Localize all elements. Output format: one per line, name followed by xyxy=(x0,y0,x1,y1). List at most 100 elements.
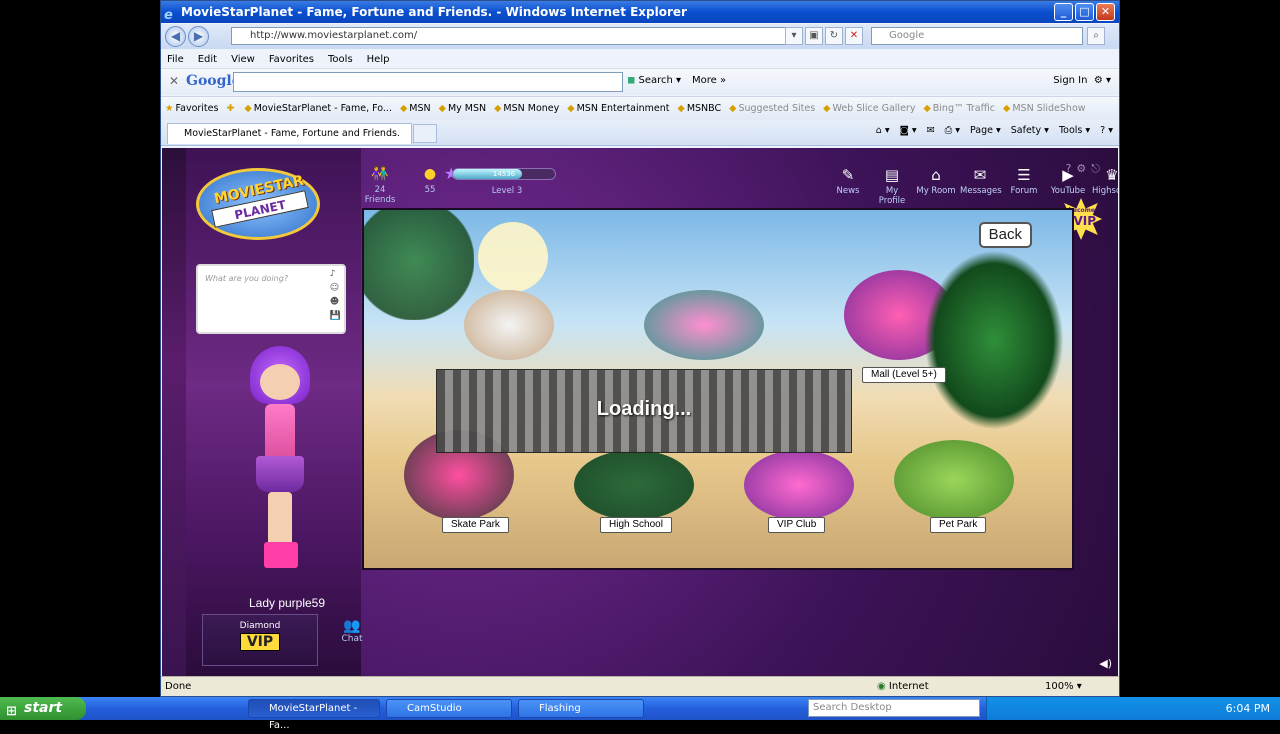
status-done: Done xyxy=(165,681,192,692)
favorite-link-icon: ◆ xyxy=(567,103,575,114)
search-icon[interactable]: ⌕ xyxy=(1087,27,1105,45)
google-signin-link[interactable]: Sign In ⚙ ▾ xyxy=(1053,75,1111,86)
loading-text: Loading... xyxy=(596,398,692,420)
nav-my-profile[interactable]: ▤ My Profile xyxy=(872,166,912,206)
town-map: Back Mall (Level 5+) Skate Park High Sch… xyxy=(362,208,1074,570)
back-button[interactable]: Back xyxy=(978,222,1032,248)
task-moviestarplanet[interactable]: MovieStarPlanet - Fa... xyxy=(248,699,380,731)
close-toolbar-icon[interactable]: ✕ xyxy=(169,74,179,88)
favorite-link-icon: ◆ xyxy=(729,103,737,114)
address-bar[interactable]: http://www.moviestarplanet.com/ xyxy=(231,27,801,45)
favorites-button[interactable]: ★ Favorites xyxy=(165,103,218,114)
add-favorite-icon[interactable]: ✚ xyxy=(226,103,236,114)
vip-badge-main-text: VIP xyxy=(1073,214,1096,228)
mall-label[interactable]: Mall (Level 5+) xyxy=(862,367,946,383)
cafe-icon[interactable] xyxy=(464,290,554,360)
nav-messages[interactable]: ✉ Messages xyxy=(960,166,1002,206)
browser-tab[interactable]: MovieStarPlanet - Fame, Fortune and Frie… xyxy=(167,123,412,144)
pet-park-label[interactable]: Pet Park xyxy=(930,517,987,533)
favorite-link[interactable]: ◆ MSN Entertainment xyxy=(567,103,669,114)
browser-window: e MovieStarPlanet - Fame, Fortune and Fr… xyxy=(160,0,1120,697)
avatar[interactable] xyxy=(230,346,340,586)
menu-view[interactable]: View xyxy=(231,51,255,68)
close-button[interactable]: ✕ xyxy=(1096,3,1115,21)
maximize-button[interactable]: □ xyxy=(1075,3,1094,21)
stop-icon[interactable]: ✕ xyxy=(845,27,863,45)
nav-forum[interactable]: ☰ Forum xyxy=(1004,166,1044,206)
page-menu[interactable]: Page ▾ xyxy=(970,125,1001,136)
browser-search-input[interactable]: Google xyxy=(871,27,1083,45)
menu-tools[interactable]: Tools xyxy=(328,51,353,68)
forward-nav-button[interactable]: ▶ xyxy=(188,26,209,47)
google-search-input[interactable] xyxy=(233,72,623,92)
pet-icon[interactable]: ☻ xyxy=(330,297,341,307)
pet-park-icon[interactable] xyxy=(894,440,1014,520)
sound-icon[interactable]: ◀) xyxy=(1099,657,1112,670)
friends-icon: 👫 xyxy=(371,166,389,182)
safety-menu[interactable]: Safety ▾ xyxy=(1011,125,1049,136)
favorite-link[interactable]: ◆ Web Slice Gallery xyxy=(823,103,915,114)
logout-icon[interactable]: ⎋ xyxy=(1091,162,1100,176)
favorite-link[interactable]: ◆ My MSN xyxy=(439,103,486,114)
menu-help[interactable]: Help xyxy=(367,51,390,68)
google-more-button[interactable]: More » xyxy=(692,75,726,86)
settings-icon[interactable]: ⚙ xyxy=(1076,162,1086,176)
xp-bar: 14536 xyxy=(452,168,556,180)
skate-park-label[interactable]: Skate Park xyxy=(442,517,509,533)
help-icon[interactable]: ? xyxy=(1066,162,1072,176)
menu-edit[interactable]: Edit xyxy=(198,51,217,68)
high-school-label[interactable]: High School xyxy=(600,517,672,533)
menu-favorites[interactable]: Favorites xyxy=(269,51,314,68)
star-icon: ★ xyxy=(165,103,174,114)
desktop-search-input[interactable]: Search Desktop xyxy=(808,699,980,717)
back-nav-button[interactable]: ◀ xyxy=(165,26,186,47)
nav-news[interactable]: ✎ News xyxy=(828,166,868,206)
high-school-icon[interactable] xyxy=(574,450,694,520)
vip-club-label[interactable]: VIP Club xyxy=(768,517,826,533)
compat-icon[interactable]: ▣ xyxy=(805,27,823,45)
refresh-icon[interactable]: ↻ xyxy=(825,27,843,45)
new-tab-button[interactable] xyxy=(413,124,437,143)
task-camstudio[interactable]: CamStudio xyxy=(386,699,512,718)
google-search-button[interactable]: ◼ Search ▾ xyxy=(627,75,681,86)
favorite-link[interactable]: ◆ MSN Money xyxy=(494,103,559,114)
minimize-button[interactable]: _ xyxy=(1054,3,1073,21)
nav-my-room[interactable]: ⌂ My Room xyxy=(916,166,956,206)
vip-level: Diamond xyxy=(239,621,281,631)
start-button[interactable]: ⊞ start xyxy=(0,697,86,720)
clock: 6:04 PM xyxy=(1225,702,1270,715)
favorite-link[interactable]: ◆ Bing™ Traffic xyxy=(923,103,995,114)
save-icon[interactable]: 💾 xyxy=(330,311,341,321)
favorite-link[interactable]: ◆ Suggested Sites xyxy=(729,103,815,114)
title-bar: e MovieStarPlanet - Fame, Fortune and Fr… xyxy=(161,1,1119,23)
chat-button[interactable]: 👥 Chat xyxy=(337,618,367,644)
pose-icon[interactable]: ♪ xyxy=(330,269,341,279)
vip-club-icon[interactable] xyxy=(744,450,854,520)
beach-icon[interactable] xyxy=(644,290,764,360)
print-icon[interactable]: ⎙ ▾ xyxy=(945,125,960,136)
vip-status-badge: Diamond VIP xyxy=(202,614,318,666)
favorite-link[interactable]: ◆ MSN xyxy=(400,103,431,114)
tools-menu[interactable]: Tools ▾ xyxy=(1059,125,1090,136)
zoom-control[interactable]: 100% ▾ xyxy=(1045,677,1082,696)
username: Lady purple59 xyxy=(248,596,326,610)
favorite-link[interactable]: ◆ MSN SlideShow xyxy=(1003,103,1085,114)
status-input[interactable]: What are you doing? ♪ ☺ ☻ 💾 xyxy=(196,264,346,334)
favorite-link[interactable]: ◆ MSNBC xyxy=(678,103,722,114)
favorite-link[interactable]: ◆ MovieStarPlanet - Fame, Fo... xyxy=(244,103,392,114)
task-flashing[interactable]: Flashing xyxy=(518,699,644,718)
globe-icon: ◉ xyxy=(877,681,886,692)
game-area: MOVIESTAR PLANET 👫 24 Friends ● 55 ★ 145… xyxy=(162,148,1118,676)
news-icon: ✎ xyxy=(841,166,855,184)
chat-icon: 👥 xyxy=(343,618,361,634)
favorite-link-icon: ◆ xyxy=(438,103,446,114)
menu-file[interactable]: File xyxy=(167,51,184,68)
friends-stat[interactable]: 👫 24 Friends xyxy=(358,166,402,205)
mail-icon[interactable]: ✉ xyxy=(927,125,935,136)
tab-title: MovieStarPlanet - Fame, Fortune and Frie… xyxy=(184,128,400,139)
feeds-icon[interactable]: ◙ ▾ xyxy=(900,125,917,136)
help-icon[interactable]: ? ▾ xyxy=(1100,125,1113,136)
home-icon[interactable]: ⌂ ▾ xyxy=(876,125,890,136)
dropdown-icon[interactable]: ▾ xyxy=(785,27,803,45)
emote-icon[interactable]: ☺ xyxy=(330,283,341,293)
